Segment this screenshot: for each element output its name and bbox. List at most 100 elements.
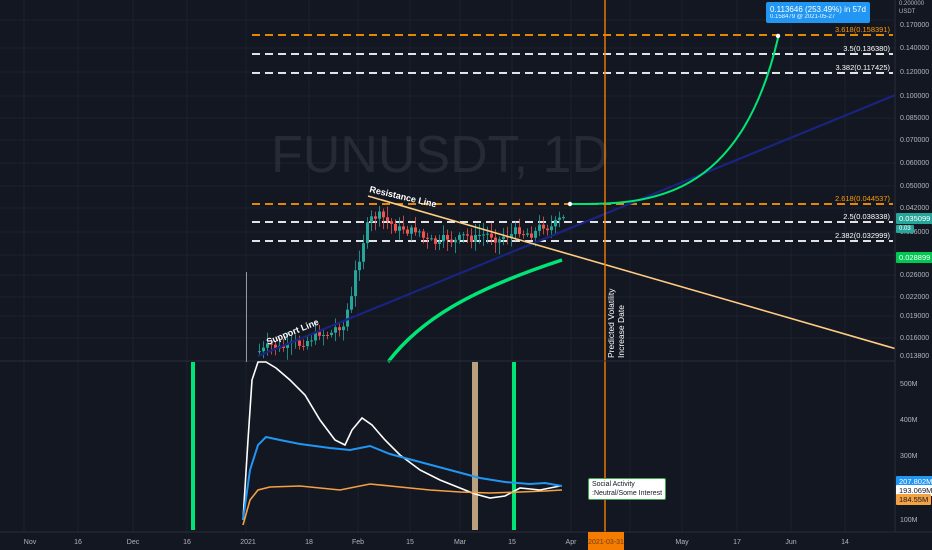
price-tick-label: 0.100000	[900, 93, 929, 100]
candle-body	[394, 223, 397, 231]
candle-body	[350, 296, 353, 310]
candle-body	[402, 226, 405, 230]
callout-main-text: 0.113646 (253.49%) in 57d	[770, 5, 866, 14]
current-price-sub-tag: 0.03	[896, 225, 914, 233]
price-tick-label: 0.019000	[900, 313, 929, 320]
candle-body	[414, 227, 417, 233]
chart-canvas[interactable]: FUNUSDT, 1D 3.618(0.158391) 3.5(0.136380)…	[0, 0, 932, 550]
projection-start-point[interactable]	[567, 201, 573, 207]
resistance-line[interactable]	[367, 195, 901, 351]
volume-tick-label: 500M	[900, 381, 918, 388]
social-activity-title: Social Activity	[592, 481, 635, 488]
candle-body	[306, 341, 309, 347]
candle-body	[478, 234, 481, 236]
price-tick-label: 0.042000	[900, 205, 929, 212]
time-tick-label: Nov	[24, 539, 37, 546]
price-tick-label: 0.060000	[900, 160, 929, 167]
candle-body	[342, 326, 345, 331]
time-tick-label: Dec	[127, 539, 140, 546]
candle-body	[462, 234, 465, 236]
candle-body	[378, 211, 381, 219]
projection-end-point[interactable]	[775, 33, 781, 39]
price-tick-label: 0.170000	[900, 22, 929, 29]
candle-body	[410, 227, 413, 234]
signal-bar-right	[512, 362, 516, 530]
candle-body	[326, 334, 329, 336]
fib-level-label: 2.382(0.032999)	[835, 231, 891, 240]
time-tick-label: Jun	[785, 539, 796, 546]
price-tick-label: 0.013800	[900, 353, 929, 360]
candle-body	[526, 233, 529, 235]
price-tick-label: 0.085000	[900, 115, 929, 122]
candle-body	[362, 243, 365, 262]
candle-body	[426, 237, 429, 239]
time-tick-label: 17	[733, 539, 741, 546]
candle-body	[454, 239, 457, 243]
current-price-tag: 0.035099	[896, 213, 932, 224]
support-line[interactable]	[257, 78, 932, 358]
time-tick-label: 2021	[240, 539, 256, 546]
social-activity-box[interactable]: Social Activity :Neutral/Some Interest	[588, 478, 667, 500]
time-tick-label: Feb	[352, 539, 364, 546]
candle-body	[386, 217, 389, 222]
candle-body	[418, 231, 421, 233]
chart-grid	[0, 0, 895, 532]
candle-body	[262, 347, 265, 352]
currency-label: USDT	[899, 9, 916, 15]
signal-bar-left	[191, 362, 195, 530]
candle-body	[486, 233, 489, 235]
signal-bar-tan	[472, 362, 478, 530]
candle-body	[370, 216, 373, 223]
time-tick-label: 16	[74, 539, 82, 546]
candle-body	[430, 238, 433, 240]
candle-body	[446, 234, 449, 240]
price-tick-label: 0.016000	[900, 335, 929, 342]
candle-body	[470, 235, 473, 243]
candle-body	[514, 227, 517, 235]
candle-body	[442, 234, 445, 242]
volume-tick-label: 400M	[900, 417, 918, 424]
volume-tick-label: 100M	[900, 517, 918, 524]
time-tick-label: 16	[183, 539, 191, 546]
volatility-label-1: Predicted Volatility	[606, 288, 616, 358]
social-activity-status: :Neutral/Some Interest	[592, 490, 663, 497]
fib-level-label: 2.5(0.038338)	[843, 212, 890, 221]
candle-body	[554, 219, 557, 227]
candle-body	[338, 327, 341, 331]
time-axis-highlight-label: 2021-03-31	[588, 539, 624, 546]
volume-tag-orange: 184.55M	[896, 494, 932, 505]
price-tick-label: 0.026000	[900, 272, 929, 279]
time-tick-label: 14	[841, 539, 849, 546]
candle-body	[258, 351, 261, 353]
candle-body	[354, 270, 357, 297]
fib-level-label: 2.618(0.044537)	[835, 194, 891, 203]
candle-body	[422, 231, 425, 238]
candle-body	[522, 234, 525, 236]
projection-callout[interactable]: 0.113646 (253.49%) in 57d 0.158479 @ 202…	[766, 2, 870, 23]
candle-body	[434, 238, 437, 244]
candle-body	[490, 233, 493, 238]
price-tick-label: 0.140000	[900, 45, 929, 52]
price-top-small: 0.200000	[899, 1, 925, 7]
candle-body	[458, 234, 461, 240]
candle-body	[494, 237, 497, 243]
price-tick-label: 0.120000	[900, 69, 929, 76]
candle-body	[374, 216, 377, 219]
time-tick-label: 15	[508, 539, 516, 546]
green-line-tag: 0.028899	[896, 252, 932, 263]
candle-body	[302, 345, 305, 347]
candle-body	[550, 226, 553, 231]
candle-body	[382, 211, 385, 218]
fib-level-label: 3.382(0.117425)	[836, 63, 891, 72]
volume-spike	[246, 272, 247, 362]
candle-body	[534, 230, 537, 238]
candle-body	[466, 234, 469, 236]
candle-body	[562, 217, 565, 219]
candle-body	[310, 340, 313, 342]
candle-body	[530, 233, 533, 238]
volatility-label-2: Increase Date	[616, 305, 626, 358]
candle-body	[542, 224, 545, 229]
price-tick-label: 0.022000	[900, 294, 929, 301]
price-tick-label: 0.070000	[900, 137, 929, 144]
candle-body	[366, 222, 369, 244]
